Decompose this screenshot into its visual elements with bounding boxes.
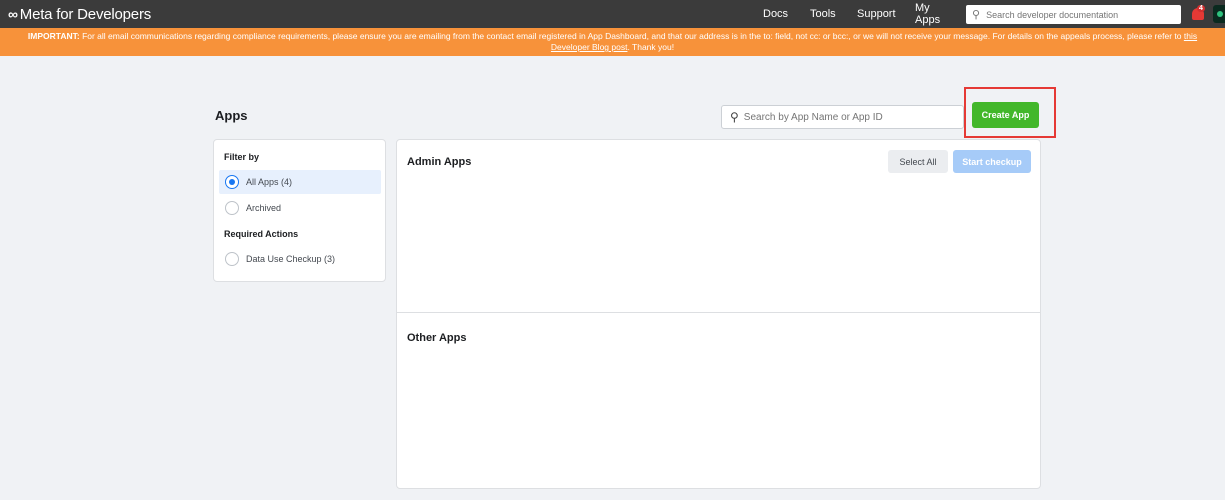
nav-link-docs[interactable]: Docs bbox=[763, 8, 788, 20]
compliance-banner: IMPORTANT: For all email communications … bbox=[0, 28, 1225, 56]
meta-logo[interactable]: ∞ Meta for Developers bbox=[8, 6, 151, 23]
required-actions-title: Required Actions bbox=[224, 229, 299, 239]
radio-unselected[interactable] bbox=[225, 201, 239, 215]
create-app-button[interactable]: Create App bbox=[972, 102, 1039, 128]
radio-selected[interactable] bbox=[225, 175, 239, 189]
filter-option-label: Archived bbox=[246, 203, 282, 213]
banner-text: For all email communications regarding c… bbox=[82, 31, 1182, 41]
nav-link-my-apps[interactable]: My Apps bbox=[915, 2, 940, 26]
nav-link-tools[interactable]: Tools bbox=[810, 8, 836, 20]
filter-option-archived[interactable]: Archived bbox=[219, 196, 381, 220]
notification-bell-icon[interactable]: 4 bbox=[1192, 5, 1208, 21]
filter-panel: Filter by All Apps (4) Archived Required… bbox=[213, 139, 386, 282]
doc-search-input[interactable] bbox=[986, 9, 1167, 20]
filter-option-label: All Apps (4) bbox=[246, 177, 293, 187]
app-search-input[interactable] bbox=[743, 111, 944, 123]
start-checkup-button[interactable]: Start checkup bbox=[953, 150, 1031, 173]
page-title: Apps bbox=[215, 108, 248, 123]
admin-apps-title: Admin Apps bbox=[407, 156, 472, 168]
top-nav: ∞ Meta for Developers Docs Tools Support… bbox=[0, 0, 1225, 28]
nav-link-support[interactable]: Support bbox=[857, 8, 896, 20]
filter-option-data-use-checkup[interactable]: Data Use Checkup (3) bbox=[219, 247, 381, 271]
select-all-button[interactable]: Select All bbox=[888, 150, 948, 173]
filter-option-all-apps[interactable]: All Apps (4) bbox=[219, 170, 381, 194]
filter-option-label: Data Use Checkup (3) bbox=[246, 254, 336, 264]
apps-panel: Admin Apps Select All Start checkup Othe… bbox=[396, 139, 1041, 489]
search-icon: ⚲ bbox=[730, 110, 739, 124]
radio-unselected[interactable] bbox=[225, 252, 239, 266]
doc-search-box[interactable]: ⚲ bbox=[966, 5, 1181, 24]
search-icon: ⚲ bbox=[972, 9, 981, 21]
filter-title: Filter by bbox=[224, 152, 260, 162]
banner-suffix: . Thank you! bbox=[627, 42, 675, 52]
meta-infinity-icon: ∞ bbox=[8, 6, 18, 22]
logo-text: Meta for Developers bbox=[19, 5, 152, 23]
app-search-box[interactable]: ⚲ bbox=[721, 105, 964, 129]
other-apps-title: Other Apps bbox=[407, 332, 467, 344]
banner-prefix: IMPORTANT: bbox=[27, 31, 80, 41]
notification-badge: 4 bbox=[1197, 5, 1205, 12]
section-divider bbox=[397, 312, 1040, 313]
avatar[interactable] bbox=[1213, 5, 1225, 23]
